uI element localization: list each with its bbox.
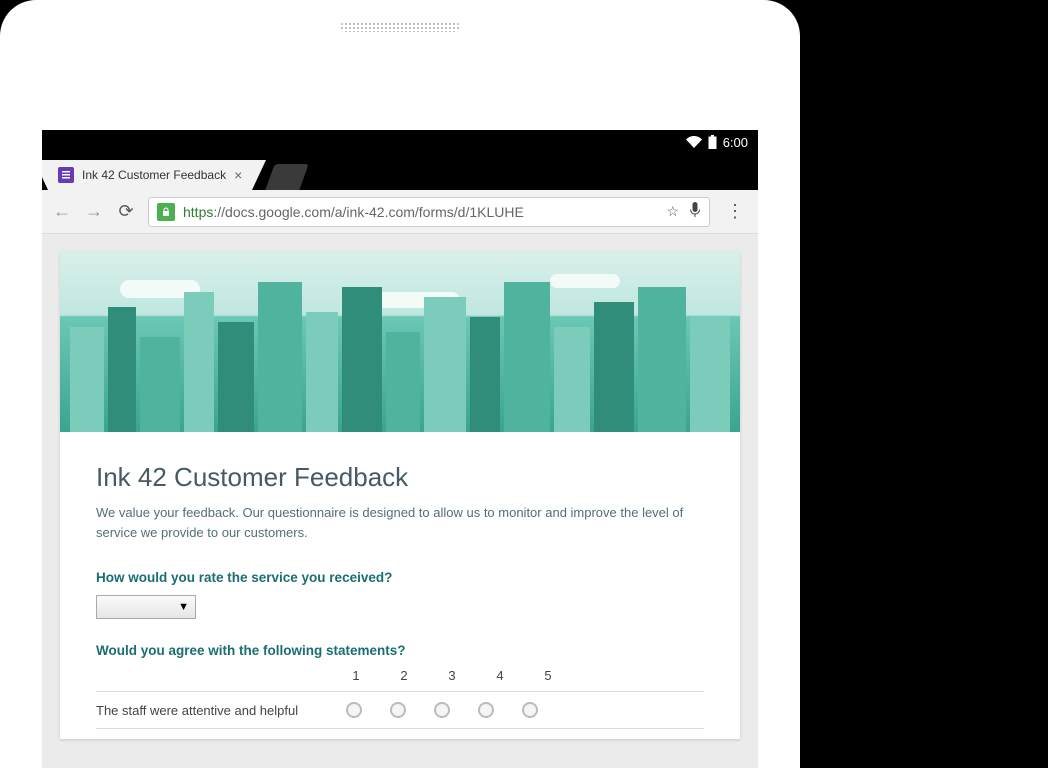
forms-favicon-icon	[58, 167, 74, 183]
tablet-frame: 6:00 Ink 42 Customer Feedback × ← → ⟳ h	[0, 0, 800, 768]
form-body: Ink 42 Customer Feedback We value your f…	[60, 432, 740, 739]
radio-5[interactable]	[522, 702, 538, 718]
grid-col-1: 1	[346, 668, 366, 683]
reload-button[interactable]: ⟳	[116, 201, 136, 222]
form-title: Ink 42 Customer Feedback	[96, 462, 704, 493]
mic-icon[interactable]	[689, 202, 701, 221]
browser-menu-button[interactable]: ⋮	[722, 201, 748, 222]
speaker-grill	[340, 22, 460, 32]
radio-2[interactable]	[390, 702, 406, 718]
question-2-label: Would you agree with the following state…	[96, 643, 704, 658]
form-description: We value your feedback. Our questionnair…	[96, 503, 704, 542]
grid-row-radios	[346, 702, 538, 718]
browser-tab-strip: Ink 42 Customer Feedback ×	[42, 154, 758, 190]
grid-col-3: 3	[442, 668, 462, 683]
question-1: How would you rate the service you recei…	[96, 570, 704, 619]
status-time: 6:00	[723, 135, 748, 150]
new-tab-button[interactable]	[266, 164, 309, 190]
grid-col-2: 2	[394, 668, 414, 683]
question-1-label: How would you rate the service you recei…	[96, 570, 704, 585]
android-status-bar: 6:00	[42, 130, 758, 154]
battery-icon	[708, 135, 717, 149]
wifi-icon	[686, 136, 702, 148]
radio-3[interactable]	[434, 702, 450, 718]
grid-row: The staff were attentive and helpful	[96, 691, 704, 729]
radio-4[interactable]	[478, 702, 494, 718]
device-screen: 6:00 Ink 42 Customer Feedback × ← → ⟳ h	[42, 130, 758, 768]
tab-close-icon[interactable]: ×	[234, 167, 242, 183]
grid-col-4: 4	[490, 668, 510, 683]
radio-1[interactable]	[346, 702, 362, 718]
url-path: ://docs.google.com/a/ink-42.com/forms/d/…	[213, 204, 523, 220]
star-icon[interactable]: ☆	[666, 203, 679, 220]
google-form-card: Ink 42 Customer Feedback We value your f…	[60, 252, 740, 739]
question-2: Would you agree with the following state…	[96, 643, 704, 729]
grid-col-5: 5	[538, 668, 558, 683]
browser-tab-active[interactable]: Ink 42 Customer Feedback ×	[48, 160, 252, 190]
grid-row-label: The staff were attentive and helpful	[96, 703, 346, 718]
grid-header: 1 2 3 4 5	[96, 668, 704, 683]
url-scheme: https	[183, 204, 213, 220]
address-bar[interactable]: https://docs.google.com/a/ink-42.com/for…	[148, 197, 710, 227]
forward-button[interactable]: →	[84, 201, 104, 222]
tab-title: Ink 42 Customer Feedback	[82, 168, 226, 182]
form-banner-image	[60, 252, 740, 432]
back-button[interactable]: ←	[52, 201, 72, 222]
lock-icon	[157, 203, 175, 221]
rating-select[interactable]: ▼	[96, 595, 196, 619]
browser-toolbar: ← → ⟳ https://docs.google.com/a/ink-42.c…	[42, 190, 758, 234]
page-viewport[interactable]: Ink 42 Customer Feedback We value your f…	[42, 234, 758, 768]
url-text: https://docs.google.com/a/ink-42.com/for…	[183, 204, 524, 220]
